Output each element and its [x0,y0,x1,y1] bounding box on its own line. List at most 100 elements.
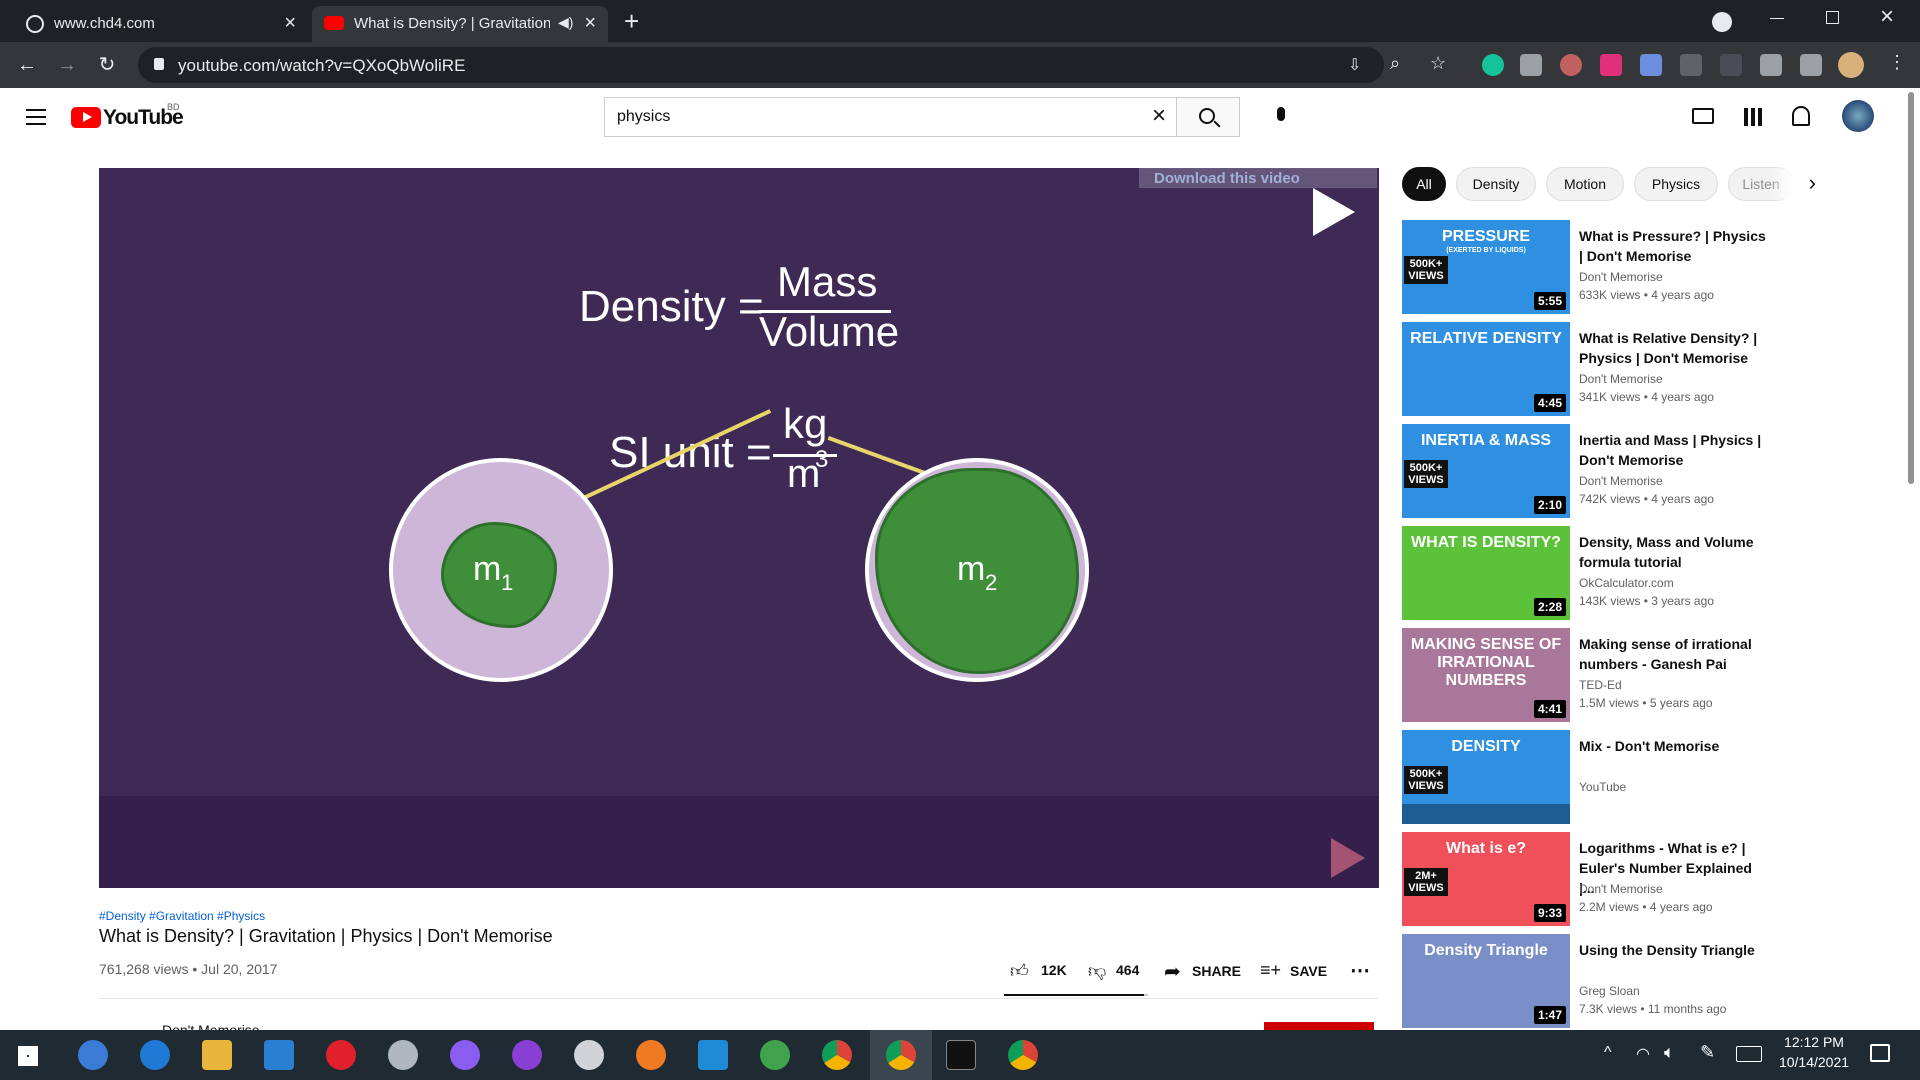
keyboard-icon[interactable] [1736,1046,1762,1062]
recommendation-channel[interactable]: YouTube [1579,780,1626,794]
video-thumbnail[interactable]: PRESSURE (EXERTED BY LIQUIDS) 500K+ VIEWS 5… [1402,220,1570,314]
subscribe-button[interactable] [1264,1022,1374,1030]
mail-icon[interactable] [264,1040,294,1070]
qbittorrent-icon[interactable] [78,1040,108,1070]
chrome-active-icon[interactable] [886,1040,916,1070]
extension-icon[interactable] [1680,54,1702,76]
bookmark-star-icon[interactable]: ☆ [1430,53,1446,74]
search-input[interactable]: physics × [604,97,1176,137]
start-windows-icon[interactable] [18,1046,38,1066]
pen-extension-icon[interactable] [1720,54,1742,76]
video-thumbnail[interactable]: MAKING SENSE OF IRRATIONAL NUMBERS 4:41 [1402,628,1570,722]
chrome-profile-icon[interactable] [1008,1040,1038,1070]
video-thumbnail[interactable]: What is e? 2M+ VIEWS 9:33 [1402,832,1570,926]
show-hidden-icons-chevron-icon[interactable]: ^ [1604,1044,1612,1062]
pen-icon[interactable]: ✎ [1700,1042,1715,1063]
chips-next-arrow-icon[interactable]: › [1770,167,1816,201]
terminal-icon[interactable] [946,1040,976,1070]
download-video-button[interactable]: Download this video [1139,168,1377,188]
video-thumbnail[interactable]: DENSITY 500K+ VIEWS [1402,730,1570,824]
install-icon[interactable]: ⇩ [1348,55,1361,75]
chip-all[interactable]: All [1402,167,1446,201]
video-thumbnail[interactable]: Density Triangle 1:47 [1402,934,1570,1028]
recommendation-channel[interactable]: Greg Sloan [1579,984,1640,998]
chrome-menu-icon[interactable]: ⋮ [1888,52,1906,73]
tab-chd4[interactable]: www.chd4.com × [12,6,308,42]
recommendation-title[interactable]: Density, Mass and Volume formula tutoria… [1579,532,1769,572]
recommendation-title[interactable]: Using the Density Triangle [1579,940,1769,960]
notification-center-icon[interactable] [1870,1044,1890,1062]
recommendation-channel[interactable]: OkCalculator.com [1579,576,1674,590]
recommendation-channel[interactable]: Don't Memorise [1579,270,1663,284]
recommendation-channel[interactable]: Don't Memorise [1579,882,1663,896]
chip-physics[interactable]: Physics [1634,167,1718,201]
minimize-button[interactable] [1770,18,1784,19]
account-avatar[interactable] [1842,100,1874,132]
notifications-bell-icon[interactable] [1792,106,1810,126]
video-thumbnail[interactable]: WHAT IS DENSITY? 2:28 [1402,526,1570,620]
reload-button[interactable]: ↻ [92,50,122,80]
search-button[interactable] [1176,97,1240,137]
zoom-icon[interactable]: ⌕ [1390,53,1400,74]
puzzle-extensions-icon[interactable] [1760,54,1782,76]
recommendation-item[interactable]: Density Triangle 1:47 Using the Density Tr… [1402,934,1920,1028]
close-tab-icon[interactable]: × [284,12,296,35]
video-thumbnail[interactable]: INERTIA & MASS 500K+ VIEWS 2:10 [1402,424,1570,518]
page-scrollbar[interactable] [1908,92,1914,484]
recommendation-item[interactable]: What is e? 2M+ VIEWS 9:33 Logarithms - What… [1402,832,1920,926]
vscode-icon[interactable] [698,1040,728,1070]
tab-youtube[interactable]: What is Density? | Gravitation ◀) × [312,6,608,42]
file-explorer-icon[interactable] [202,1040,232,1070]
recommendation-title[interactable]: Inertia and Mass | Physics | Don't Memor… [1579,430,1769,470]
back-button[interactable]: ← [12,50,42,80]
recommendation-item[interactable]: INERTIA & MASS 500K+ VIEWS 2:10 Inertia and… [1402,424,1920,518]
recommendation-title[interactable]: Making sense of irrational numbers - Gan… [1579,634,1769,674]
satellite-app-icon[interactable] [388,1040,418,1070]
recommendation-item[interactable]: DENSITY 500K+ VIEWS Mix - Don't Memorise Yo… [1402,730,1920,824]
video-hashtags[interactable]: #Density #Gravitation #Physics [99,909,265,923]
download-extension-icon[interactable] [1640,54,1662,76]
close-tab-icon[interactable]: × [584,12,596,35]
chip-motion[interactable]: Motion [1546,167,1624,201]
extension-icon[interactable] [1560,54,1582,76]
forward-button[interactable]: → [52,50,82,80]
recommendation-item[interactable]: RELATIVE DENSITY 4:45 What is Relative Den… [1402,322,1920,416]
grammarly-extension-icon[interactable] [1482,54,1504,76]
play-extension-icon[interactable] [1600,54,1622,76]
video-thumbnail[interactable]: RELATIVE DENSITY 4:45 [1402,322,1570,416]
clear-search-icon[interactable]: × [1152,102,1166,130]
restore-button[interactable] [1826,11,1839,24]
url-text[interactable]: youtube.com/watch?v=QXoQbWoliRE [178,56,465,76]
paint-app-icon[interactable] [574,1040,604,1070]
close-window-button[interactable]: × [1880,3,1894,31]
clock[interactable]: 12:12 PM 10/14/2021 [1772,1034,1856,1070]
mute-tab-icon[interactable]: ◀) [558,14,573,31]
chip-density[interactable]: Density [1456,167,1536,201]
recommendation-item[interactable]: MAKING SENSE OF IRRATIONAL NUMBERS 4:41 Ma… [1402,628,1920,722]
recommendation-channel[interactable]: TED-Ed [1579,678,1622,692]
opera-icon[interactable] [326,1040,356,1070]
firefox-icon[interactable] [636,1040,666,1070]
wifi-icon[interactable]: ◠ [1636,1044,1650,1064]
recommendation-title[interactable]: What is Relative Density? | Physics | Do… [1579,328,1769,368]
recommendation-channel[interactable]: Don't Memorise [1579,474,1663,488]
apps-grid-icon[interactable] [1744,108,1762,126]
recommendation-title[interactable]: Mix - Don't Memorise [1579,736,1769,756]
video-player[interactable]: Download this video Density = Mass Volum… [99,168,1379,888]
address-bar[interactable]: youtube.com/watch?v=QXoQbWoliRE ⇩ ⌕ ☆ [138,47,1446,83]
channel-watermark-icon[interactable] [1313,188,1355,236]
camera-extension-icon[interactable] [1520,54,1542,76]
more-actions-icon[interactable]: ⋯ [1350,958,1370,983]
tab-search-icon[interactable] [1712,12,1732,32]
chrome-icon[interactable] [822,1040,852,1070]
recommendation-title[interactable]: What is Pressure? | Physics | Don't Memo… [1579,226,1769,266]
recommendation-channel[interactable]: Don't Memorise [1579,372,1663,386]
recommendation-item[interactable]: PRESSURE (EXERTED BY LIQUIDS) 500K+ VIEWS 5… [1402,220,1920,314]
reading-list-icon[interactable] [1800,54,1822,76]
recommendation-item[interactable]: WHAT IS DENSITY? 2:28 Density, Mass and Vo… [1402,526,1920,620]
new-tab-button[interactable]: + [624,6,639,37]
network-app-icon[interactable] [760,1040,790,1070]
edge-icon[interactable] [140,1040,170,1070]
voice-search-button[interactable] [1262,98,1300,136]
create-video-icon[interactable] [1692,108,1714,124]
